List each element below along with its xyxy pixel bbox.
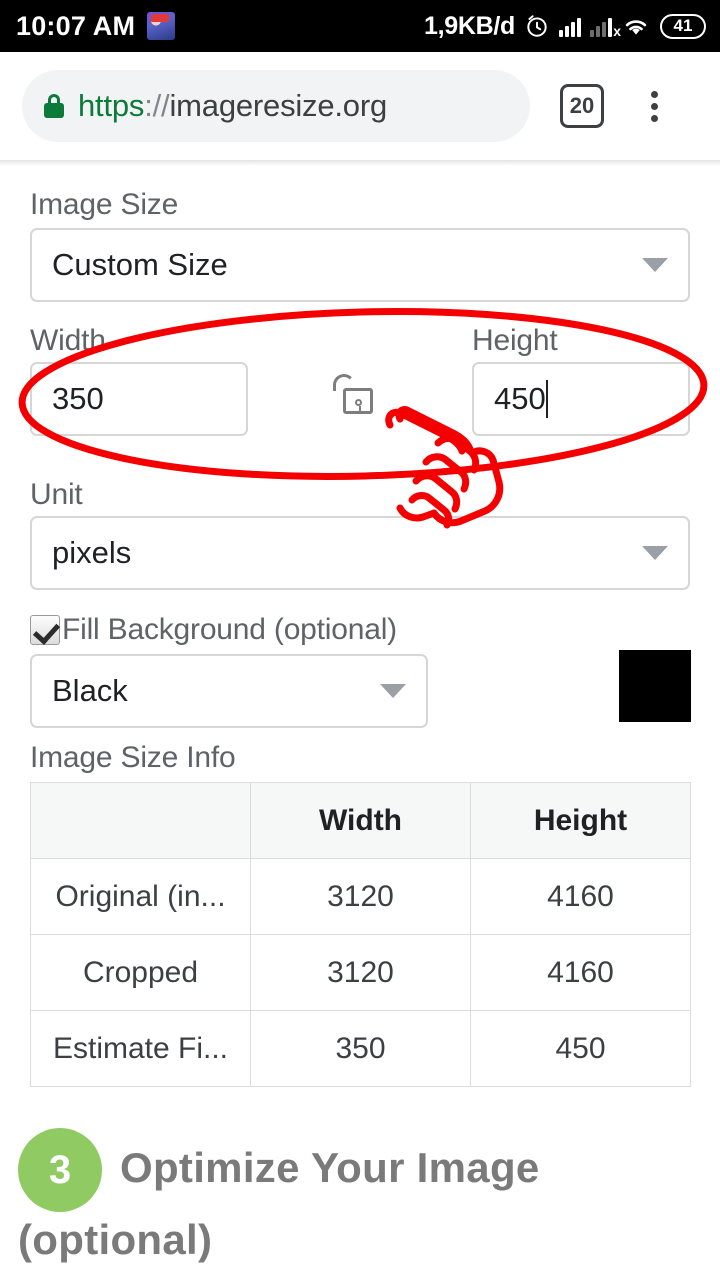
width-input[interactable]: 350 — [30, 362, 248, 436]
width-label: Width — [30, 324, 106, 357]
step-title-line1: Optimize Your Image — [120, 1144, 540, 1191]
fill-color-select[interactable]: Black — [30, 654, 428, 728]
text-caret — [545, 380, 548, 418]
row-label: Original (in... — [30, 858, 251, 935]
page-content: Image Size Custom Size Width 350 Height … — [0, 166, 720, 1280]
signal-bars-icon — [559, 15, 581, 37]
image-size-value: Custom Size — [52, 247, 228, 282]
row-label: Cropped — [30, 934, 251, 1011]
url-scheme: https — [78, 88, 145, 123]
step-title-line2: (optional) — [18, 1216, 213, 1263]
image-size-select[interactable]: Custom Size — [30, 228, 690, 302]
address-bar-url: https://imageresize.org — [78, 88, 387, 124]
table-row: Original (in... 3120 4160 — [30, 858, 691, 935]
wifi-icon — [621, 14, 651, 38]
battery-indicator: 41 — [660, 13, 706, 39]
fill-color-swatch[interactable] — [619, 650, 691, 722]
table-header-height: Height — [470, 782, 691, 859]
image-size-label: Image Size — [30, 188, 179, 221]
chevron-down-icon — [642, 546, 668, 560]
row-label: Estimate Fi... — [30, 1010, 251, 1087]
table-row: Cropped 3120 4160 — [30, 934, 691, 1011]
url-host: imageresize.org — [169, 88, 388, 123]
unit-label: Unit — [30, 478, 83, 511]
tab-switcher-button[interactable]: 20 — [560, 84, 604, 128]
status-bar-clock: 10:07 AM — [16, 10, 136, 41]
unit-select[interactable]: pixels — [30, 516, 690, 590]
chevron-down-icon — [642, 258, 668, 272]
height-input-value: 450 — [494, 381, 546, 416]
row-width: 3120 — [250, 934, 471, 1011]
image-size-info-table: Width Height Original (in... 3120 4160 C… — [30, 782, 691, 1087]
table-header-width: Width — [250, 782, 471, 859]
kebab-menu-icon[interactable] — [632, 84, 676, 128]
step-3-badge: 3 — [18, 1128, 102, 1212]
image-size-info-title: Image Size Info — [30, 741, 236, 774]
secure-lock-icon — [44, 94, 64, 118]
unit-value: pixels — [52, 535, 132, 570]
table-row: Estimate Fi... 350 450 — [30, 1010, 691, 1087]
address-bar[interactable]: https://imageresize.org — [22, 70, 530, 142]
row-height: 4160 — [470, 858, 691, 935]
width-input-value: 350 — [52, 381, 104, 416]
fill-background-label: Fill Background (optional) — [62, 613, 397, 646]
row-width: 3120 — [250, 858, 471, 935]
signal-no-sim-icon: x — [590, 15, 621, 38]
chevron-down-icon — [380, 684, 406, 698]
network-speed-text: 1,9KB/d — [424, 11, 515, 40]
step-number: 3 — [48, 1147, 72, 1192]
url-separator: :// — [144, 88, 170, 123]
alarm-clock-icon — [524, 13, 550, 39]
tab-count-label: 20 — [569, 93, 595, 118]
row-height: 450 — [470, 1010, 691, 1087]
fill-background-checkbox[interactable] — [30, 615, 60, 645]
table-header-row: Width Height — [30, 782, 691, 859]
row-width: 350 — [250, 1010, 471, 1087]
fill-color-value: Black — [52, 673, 128, 708]
height-label: Height — [472, 324, 558, 357]
row-height: 4160 — [470, 934, 691, 1011]
table-header-blank — [30, 782, 251, 859]
fill-background-row: Fill Background (optional) — [30, 613, 397, 647]
unlocked-padlock-icon[interactable] — [333, 372, 377, 416]
phone-screen: 10:07 AM 1,9KB/d x 41 https://imageresiz… — [0, 0, 720, 1280]
browser-toolbar: https://imageresize.org 20 — [0, 52, 720, 160]
status-bar: 10:07 AM 1,9KB/d x 41 — [0, 0, 720, 52]
step-3-title: Optimize Your Image (optional) — [18, 1132, 720, 1263]
game-app-icon — [147, 12, 176, 40]
status-bar-icons: 1,9KB/d x 41 — [424, 12, 706, 41]
height-input[interactable]: 450 — [472, 362, 690, 436]
battery-level-text: 41 — [673, 16, 693, 35]
